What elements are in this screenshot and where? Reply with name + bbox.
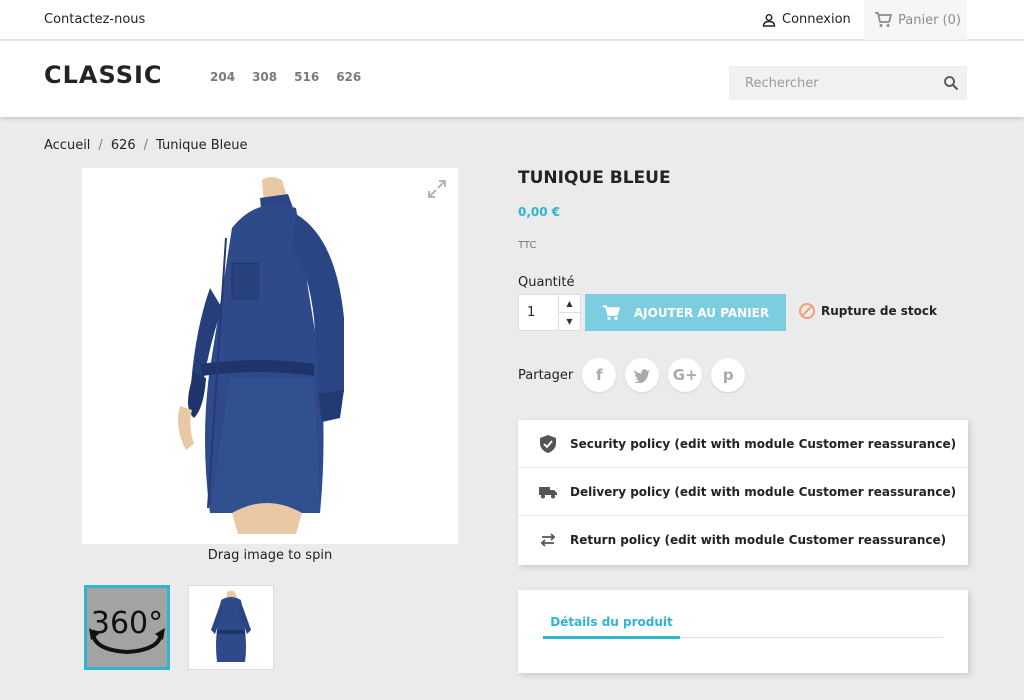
tax-label: TTC — [518, 240, 537, 251]
facebook-icon: f — [595, 366, 603, 384]
stock-status: Rupture de stock — [798, 302, 937, 320]
search-icon[interactable] — [943, 75, 959, 91]
breadcrumb-separator: / — [98, 138, 103, 153]
product-title: TUNIQUE BLEUE — [518, 168, 671, 188]
product-price: 0,00 € — [518, 205, 561, 219]
product-main-image[interactable] — [82, 168, 458, 544]
search-box — [729, 66, 967, 100]
rotate-360-icon: 360° — [89, 606, 165, 655]
quantity-increase-button[interactable]: ▲ — [559, 294, 581, 313]
reassurance-security: Security policy (edit with module Custom… — [518, 420, 968, 468]
cart-icon — [602, 304, 620, 320]
user-icon — [762, 13, 776, 27]
breadcrumb-category[interactable]: 626 — [111, 138, 136, 153]
breadcrumb: Accueil / 626 / Tunique Bleue — [44, 138, 247, 153]
top-nav-bar: Contactez-nous Connexion Panier (0) — [0, 0, 1024, 40]
stock-label: Rupture de stock — [821, 304, 938, 318]
category-menu: 204 308 516 626 — [210, 70, 361, 84]
shield-icon — [540, 434, 556, 453]
truck-icon — [539, 486, 557, 498]
share-label: Partager — [518, 367, 574, 383]
googleplus-share-button[interactable]: G+ — [668, 358, 703, 392]
expand-icon[interactable] — [426, 178, 448, 200]
thumbnail-dress[interactable] — [188, 585, 274, 670]
menu-item-626[interactable]: 626 — [336, 70, 361, 84]
thumbnail-360-label: 360° — [91, 606, 163, 641]
reassurance-return-label: Return policy (edit with module Customer… — [570, 533, 947, 547]
product-tabs: Détails du produit — [518, 590, 968, 673]
cart-icon — [875, 12, 892, 27]
chevron-down-icon: ▼ — [566, 317, 573, 326]
add-to-cart-label: AJOUTER AU PANIER — [633, 305, 770, 320]
quantity-decrease-button[interactable]: ▼ — [559, 313, 581, 331]
facebook-share-button[interactable]: f — [582, 358, 617, 392]
googleplus-icon: G+ — [672, 366, 698, 384]
tab-product-details[interactable]: Détails du produit — [543, 615, 680, 639]
cart-label: Panier (0) — [898, 12, 961, 28]
menu-item-516[interactable]: 516 — [294, 70, 319, 84]
reassurance-security-label: Security policy (edit with module Custom… — [570, 436, 957, 451]
chevron-up-icon: ▲ — [566, 299, 573, 308]
reassurance-delivery: Delivery policy (edit with module Custom… — [518, 468, 968, 516]
menu-item-308[interactable]: 308 — [252, 70, 277, 84]
product-dress-image — [178, 177, 344, 534]
dress-thumbnail-image — [211, 590, 251, 662]
logo[interactable]: CLASSIC — [44, 61, 163, 89]
pinterest-share-button[interactable]: p — [711, 358, 746, 392]
search-input[interactable] — [729, 66, 929, 100]
unavailable-icon — [799, 303, 815, 319]
spin-caption: Drag image to spin — [207, 548, 333, 563]
breadcrumb-home[interactable]: Accueil — [44, 138, 90, 153]
quantity-input[interactable] — [518, 294, 559, 331]
contact-link[interactable]: Contactez-nous — [44, 12, 145, 27]
breadcrumb-current: Tunique Bleue — [156, 138, 248, 153]
share-section: Partager f G+ p — [518, 358, 746, 392]
cart-button[interactable]: Panier (0) — [864, 0, 967, 40]
breadcrumb-separator: / — [143, 138, 149, 153]
quantity-label: Quantité — [518, 275, 575, 290]
reassurance-return: Return policy (edit with module Customer… — [518, 516, 968, 564]
quantity-stepper: ▲ ▼ — [518, 294, 582, 331]
add-to-cart-button[interactable]: AJOUTER AU PANIER — [585, 294, 786, 331]
twitter-share-button[interactable] — [625, 358, 660, 392]
reassurance-block: Security policy (edit with module Custom… — [518, 420, 968, 565]
login-label: Connexion — [782, 12, 851, 27]
pinterest-icon: p — [722, 366, 734, 384]
site-header: CLASSIC 204 308 516 626 — [0, 41, 1024, 117]
thumbnail-360[interactable]: 360° — [84, 585, 170, 670]
twitter-icon — [634, 368, 651, 383]
menu-item-204[interactable]: 204 — [210, 70, 235, 84]
reassurance-delivery-label: Delivery policy (edit with module Custom… — [570, 484, 957, 499]
arrows-icon — [540, 533, 556, 547]
login-link[interactable]: Connexion — [762, 12, 851, 27]
